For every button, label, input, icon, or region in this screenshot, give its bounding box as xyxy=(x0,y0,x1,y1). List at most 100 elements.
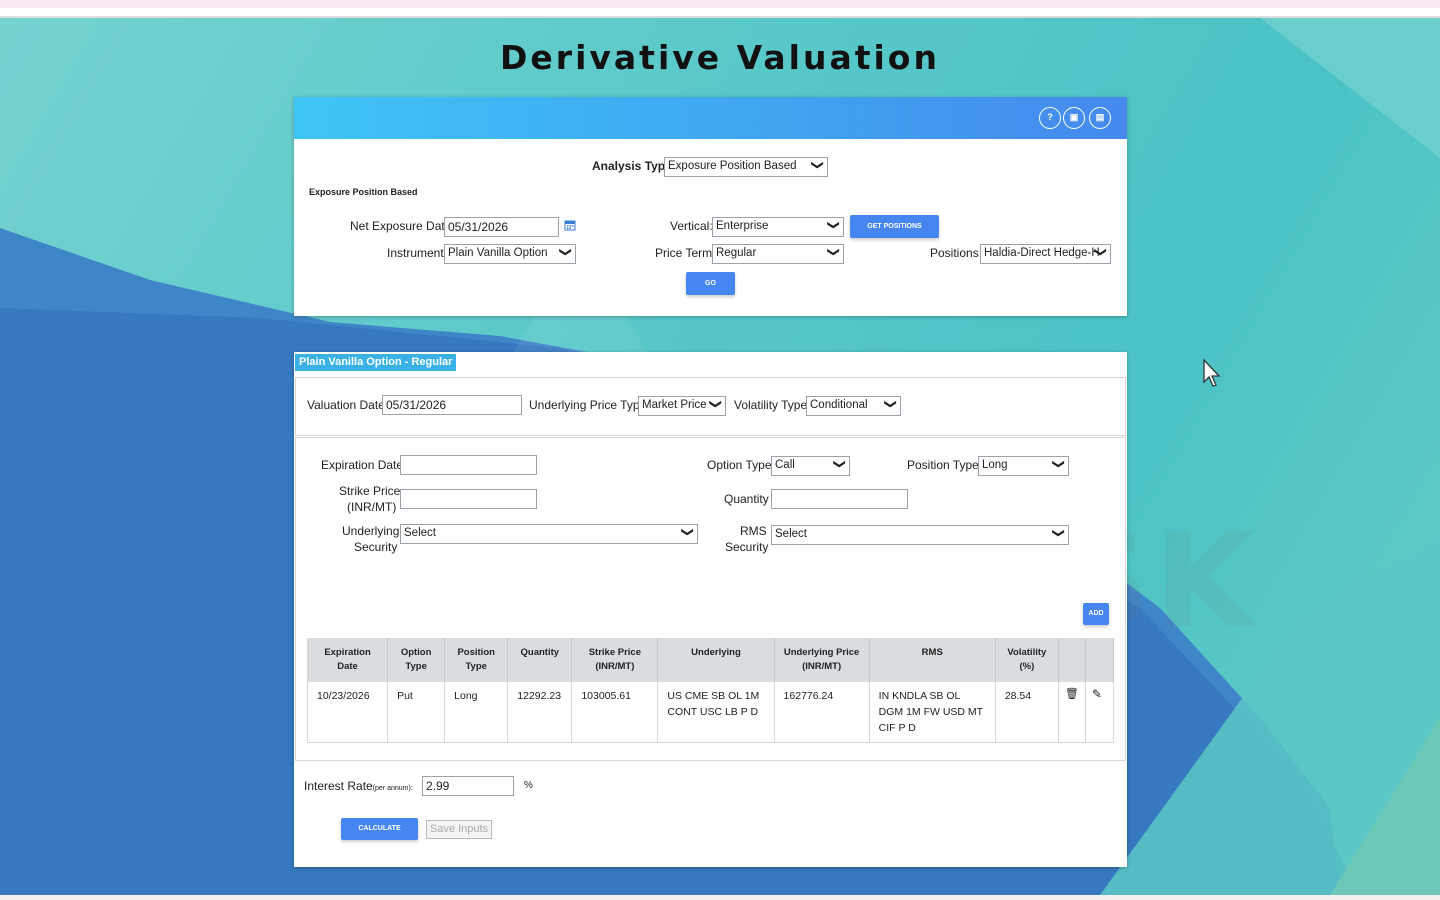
chevron-down-icon: ❯ xyxy=(832,458,847,470)
analysis-type-select[interactable]: Exposure Position Based ❯ xyxy=(664,157,828,177)
trash-icon[interactable]: 🗑 xyxy=(1058,682,1086,743)
cell-volatility: 28.54 xyxy=(995,682,1059,743)
calendar-icon[interactable] xyxy=(564,219,576,231)
net-exposure-date-input[interactable]: 05/31/2026 xyxy=(444,217,559,237)
instrument-select[interactable]: Plain Vanilla Option ❯ xyxy=(444,244,576,264)
expiration-date-label: Expiration Date xyxy=(321,458,404,472)
chevron-down-icon: ❯ xyxy=(1093,246,1108,258)
position-type-value: Long xyxy=(982,459,1008,471)
net-exposure-date-label: Net Exposure Date: xyxy=(350,219,455,233)
strike-price-label: Strike Price xyxy=(339,484,401,498)
option-type-label: Option Type xyxy=(707,458,772,472)
col-strike-price: Strike Price (INR/MT) xyxy=(571,638,659,682)
col-underlying-price: Underlying Price (INR/MT) xyxy=(774,638,870,682)
vertical-select[interactable]: Enterprise ❯ xyxy=(712,217,844,237)
col-rms: RMS xyxy=(869,638,996,682)
cell-underlying: US CME SB OL 1M CONT USC LB P D xyxy=(657,682,775,743)
instrument-label: Instrument: xyxy=(387,246,448,260)
volatility-type-select[interactable]: Conditional ❯ xyxy=(806,396,901,416)
rms-security-select[interactable]: Select ❯ xyxy=(771,525,1069,545)
get-positions-button[interactable]: GET POSITIONS xyxy=(850,215,939,238)
positions-value: Haldia-Direct Hedge-H xyxy=(984,247,1100,259)
help-icon[interactable]: ? xyxy=(1039,107,1061,129)
vertical-value: Enterprise xyxy=(716,220,769,232)
price-term-select[interactable]: Regular ❯ xyxy=(712,244,844,264)
rms-security-value: Select xyxy=(775,528,807,540)
underlying-security-label-2: Security xyxy=(354,540,398,554)
chevron-down-icon: ❯ xyxy=(708,398,723,410)
calculate-button[interactable]: CALCULATE xyxy=(341,818,418,840)
chevron-down-icon: ❯ xyxy=(1051,527,1066,539)
section-label: Exposure Position Based xyxy=(309,187,418,197)
interest-rate-label: Interest Rate(per annum): xyxy=(304,779,413,793)
rms-security-label: RMS xyxy=(740,524,767,538)
positions-select[interactable]: Haldia-Direct Hedge-H ❯ xyxy=(980,244,1111,264)
vertical-label: Vertical: xyxy=(670,219,713,233)
mouse-cursor-icon xyxy=(1203,358,1221,387)
pencil-icon[interactable]: ✎ xyxy=(1085,682,1115,743)
volatility-type-value: Conditional xyxy=(810,399,868,411)
cell-expiration-date: 10/23/2026 xyxy=(306,682,389,743)
chevron-down-icon: ❯ xyxy=(1051,458,1066,470)
document-icon[interactable]: ▤ xyxy=(1089,107,1111,129)
option-type-value: Call xyxy=(775,459,795,471)
chevron-down-icon: ❯ xyxy=(826,219,841,231)
cell-rms: IN KNDLA SB OL DGM 1M FW USD MT CIF P D xyxy=(869,682,996,743)
underlying-price-type-value: Market Price xyxy=(642,399,707,411)
col-quantity: Quantity xyxy=(507,638,573,682)
underlying-security-label: Underlying xyxy=(342,524,400,538)
quantity-input[interactable] xyxy=(771,489,908,509)
position-type-select[interactable]: Long ❯ xyxy=(978,456,1069,476)
position-type-label: Position Type xyxy=(907,458,979,472)
analysis-type-value: Exposure Position Based xyxy=(668,160,797,172)
page-title: Derivative Valuation xyxy=(500,38,940,77)
save-inputs-button[interactable]: Save Inputs xyxy=(426,820,492,839)
instrument-value: Plain Vanilla Option xyxy=(448,247,548,259)
strike-price-unit-label: (INR/MT) xyxy=(347,500,397,514)
cell-position-type: Long xyxy=(444,682,509,743)
underlying-price-type-label: Underlying Price Type xyxy=(529,398,647,412)
analysis-panel: ? ▣ ▤ Analysis Type: Exposure Position B… xyxy=(294,97,1127,316)
cell-quantity: 12292.23 xyxy=(507,682,573,743)
interest-rate-input[interactable]: 2.99 xyxy=(422,776,514,796)
save-file-icon[interactable]: ▣ xyxy=(1063,107,1085,129)
chevron-down-icon: ❯ xyxy=(810,159,825,171)
add-button[interactable]: ADD xyxy=(1083,603,1109,625)
chevron-down-icon: ❯ xyxy=(826,246,841,258)
chevron-down-icon: ❯ xyxy=(558,246,573,258)
underlying-security-value: Select xyxy=(404,527,436,539)
percent-sign: % xyxy=(524,780,533,791)
positions-table: Expiration Date Option Type Position Type Q… xyxy=(306,638,1115,743)
positions-label: Positions: xyxy=(930,246,983,260)
quantity-label: Quantity xyxy=(724,492,769,506)
chevron-down-icon: ❯ xyxy=(883,398,898,410)
expiration-date-input[interactable] xyxy=(400,455,537,475)
col-expiration-date: Expiration Date xyxy=(306,638,389,682)
valuation-date-input[interactable]: 05/31/2026 xyxy=(382,395,522,415)
bottom-strip xyxy=(0,895,1440,900)
strike-price-input[interactable] xyxy=(400,489,537,509)
option-panel: Plain Vanilla Option - Regular Valuation… xyxy=(294,352,1127,867)
price-term-label: Price Term: xyxy=(655,246,716,260)
table-row: 10/23/2026 Put Long 12292.23 103005.61 U… xyxy=(306,682,1115,743)
cell-option-type: Put xyxy=(387,682,446,743)
col-edit xyxy=(1085,638,1115,682)
browser-top-strip xyxy=(0,0,1440,8)
underlying-price-type-select[interactable]: Market Price ❯ xyxy=(638,396,726,416)
option-panel-title: Plain Vanilla Option - Regular xyxy=(295,354,457,371)
valuation-date-label: Valuation Date xyxy=(307,398,385,412)
option-type-select[interactable]: Call ❯ xyxy=(771,456,850,476)
col-underlying: Underlying xyxy=(657,638,775,682)
cell-underlying-price: 162776.24 xyxy=(774,682,870,743)
col-position-type: Position Type xyxy=(444,638,509,682)
underlying-security-select[interactable]: Select ❯ xyxy=(400,524,698,544)
price-term-value: Regular xyxy=(716,247,757,259)
col-option-type: Option Type xyxy=(387,638,446,682)
table-header-row: Expiration Date Option Type Position Type Q… xyxy=(306,638,1115,682)
cell-strike-price: 103005.61 xyxy=(571,682,659,743)
go-button[interactable]: GO xyxy=(686,272,735,295)
analysis-panel-header: ? ▣ ▤ xyxy=(294,97,1127,139)
col-delete xyxy=(1058,638,1086,682)
rms-security-label-2: Security xyxy=(725,540,769,554)
col-volatility: Volatility (%) xyxy=(995,638,1059,682)
